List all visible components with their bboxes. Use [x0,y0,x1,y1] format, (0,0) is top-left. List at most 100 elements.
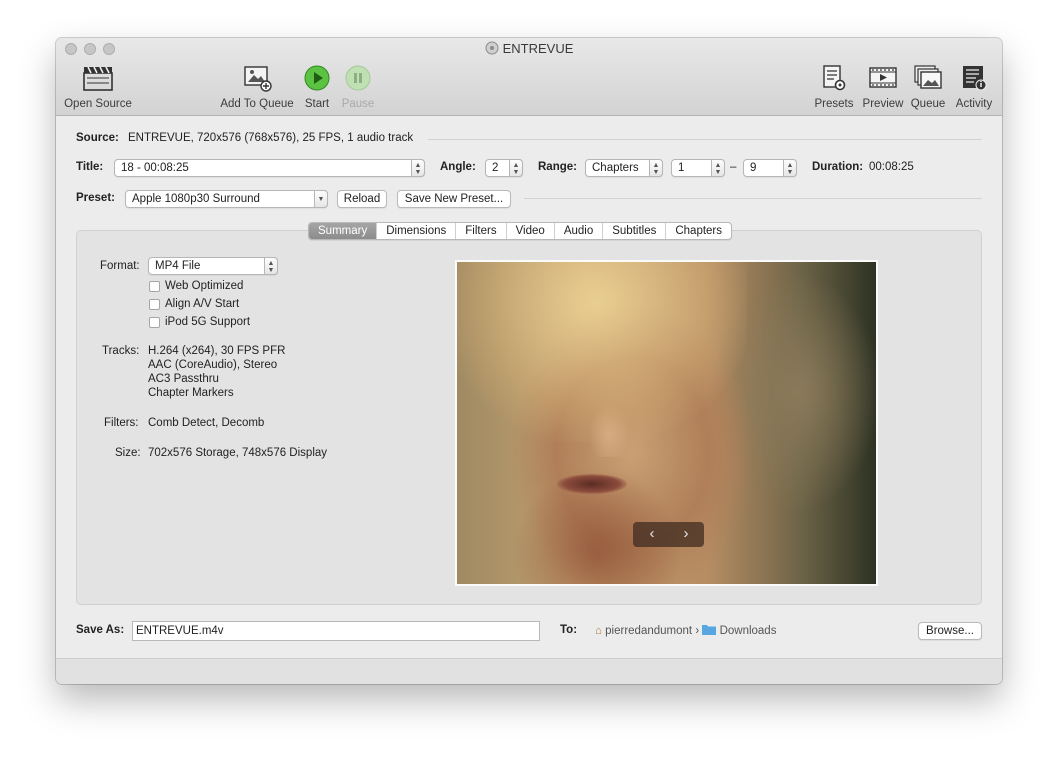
main-window: ENTREVUE Open Source Add To Queue Start [56,38,1002,684]
play-icon [300,64,334,94]
title-popup[interactable]: 18 - 00:08:25 ▲ ▼ [114,159,425,177]
duration-value: 00:08:25 [869,161,914,173]
range-from-popup[interactable]: 1 ▲ ▼ [671,159,725,177]
tab-filters[interactable]: Filters [455,223,505,239]
preview-navigation: ‹ › [633,522,704,547]
ipod-support-checkbox[interactable] [149,317,160,328]
filters-value: Comb Detect, Decomb [148,417,265,429]
clapperboard-icon [63,64,133,94]
preview-icon [860,64,906,94]
ipod-support-label: iPod 5G Support [165,316,251,328]
preview-image-detail [589,402,629,457]
chevron-down-icon: ▼ [314,190,328,208]
path-user: pierredandumont [605,625,693,637]
save-as-label: Save As: [76,624,125,636]
preset-separator [524,198,982,199]
size-value: 702x576 Storage, 748x576 Display [148,447,328,459]
presets-icon [812,64,856,94]
source-separator [428,139,982,140]
preview-image[interactable]: ‹ › [455,260,878,586]
chevron-left-icon[interactable]: ‹ [642,522,662,546]
chevron-right-icon[interactable]: › [676,522,696,546]
range-type-popup[interactable]: Chapters ▲ ▼ [585,159,663,177]
tab-summary[interactable]: Summary [309,223,377,239]
toolbar: ENTREVUE Open Source Add To Queue Start [56,38,1002,116]
save-new-preset-button[interactable]: Save New Preset... [397,190,511,208]
preview-button[interactable]: Preview [860,64,906,110]
align-av-checkbox[interactable] [149,299,160,310]
preset-popup[interactable]: Apple 1080p30 Surround ▼ [125,190,328,208]
reload-button[interactable]: Reload [337,190,387,208]
activity-button[interactable]: Activity [952,64,996,110]
folder-icon [702,625,717,637]
updown-chevron-icon: ▲ ▼ [649,159,663,177]
path-folder: Downloads [719,625,777,637]
format-popup[interactable]: MP4 File ▲ ▼ [148,257,278,275]
title-value: 18 - 00:08:25 [121,162,189,174]
title-label: Title: [76,161,104,173]
open-source-label: Open Source [64,98,132,110]
status-bar [56,658,1002,684]
range-to-value: 9 [750,162,757,174]
updown-chevron-icon: ▲ ▼ [783,159,797,177]
range-dash: – [730,161,737,173]
to-label: To: [560,624,578,636]
window-title: ENTREVUE [502,41,574,56]
activity-icon [952,64,996,94]
pause-icon [339,64,377,94]
presets-label: Presets [814,98,854,110]
preview-label: Preview [862,98,904,110]
start-label: Start [304,98,330,110]
queue-label: Queue [910,98,946,110]
format-value: MP4 File [155,260,201,272]
tracks-label: Tracks: [102,345,140,357]
web-optimized-label: Web Optimized [165,280,244,292]
angle-popup[interactable]: 2 ▲ ▼ [485,159,523,177]
activity-label: Activity [955,98,993,110]
updown-chevron-icon: ▲ ▼ [264,257,278,275]
duration-label: Duration: [812,161,864,173]
source-label: Source: [76,132,119,144]
home-icon: ⌂ [595,625,602,637]
web-optimized-checkbox[interactable] [149,281,160,292]
add-to-queue-icon [219,64,295,94]
open-source-button[interactable]: Open Source [63,64,133,110]
window-title-bar: ENTREVUE [56,41,1002,58]
destination-path[interactable]: ⌂ pierredandumont › Downloads [595,624,776,637]
updown-chevron-icon: ▲ ▼ [509,159,523,177]
track-item: AC3 Passthru [148,373,219,385]
preset-value: Apple 1080p30 Surround [132,193,260,205]
tab-dimensions[interactable]: Dimensions [376,223,455,239]
save-as-field[interactable]: ENTREVUE.m4v [132,621,540,641]
updown-chevron-icon: ▲ ▼ [411,159,425,177]
tab-video[interactable]: Video [505,223,554,239]
tab-bar: Summary Dimensions Filters Video Audio S… [308,222,733,240]
queue-button[interactable]: Queue [908,64,948,110]
track-item: H.264 (x264), 30 FPS PFR [148,345,286,357]
range-type-value: Chapters [592,162,639,174]
start-button[interactable]: Start [300,64,334,110]
tab-chapters[interactable]: Chapters [665,223,731,239]
track-item: AAC (CoreAudio), Stereo [148,359,278,371]
path-separator: › [695,625,700,637]
track-item: Chapter Markers [148,387,234,399]
app-icon [485,41,499,58]
updown-chevron-icon: ▲ ▼ [711,159,725,177]
range-from-value: 1 [678,162,685,174]
tab-subtitles[interactable]: Subtitles [602,223,665,239]
align-av-label: Align A/V Start [165,298,240,310]
add-to-queue-button[interactable]: Add To Queue [219,64,295,110]
queue-icon [908,64,948,94]
filters-label: Filters: [104,417,139,429]
source-value: ENTREVUE, 720x576 (768x576), 25 FPS, 1 a… [128,132,414,144]
preview-image-detail [557,474,627,494]
tab-audio[interactable]: Audio [553,223,602,239]
pause-label: Pause [341,98,375,110]
size-label: Size: [115,447,141,459]
browse-button[interactable]: Browse... [918,622,982,640]
pause-button[interactable]: Pause [339,64,377,110]
presets-button[interactable]: Presets [812,64,856,110]
format-label: Format: [100,260,140,272]
preset-label: Preset: [76,192,115,204]
range-to-popup[interactable]: 9 ▲ ▼ [743,159,797,177]
